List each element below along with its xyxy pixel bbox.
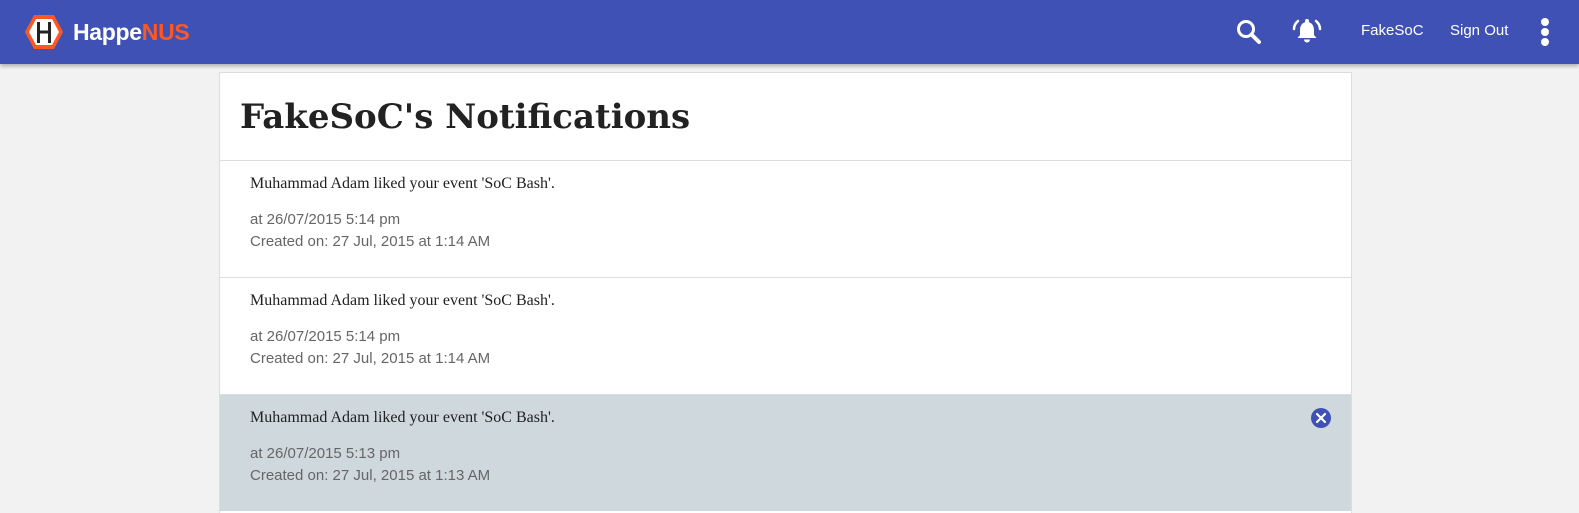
notifications-card: FakeSoC's Notifications Muhammad Adam li…: [219, 72, 1352, 513]
top-navbar: HappeNUS FakeSoC Sign Out: [0, 0, 1579, 64]
notification-time: at 26/07/2015 5:14 pm: [250, 328, 401, 345]
search-icon[interactable]: [1233, 16, 1265, 48]
notification-message: Muhammad Adam liked your event 'SoC Bash…: [250, 409, 555, 426]
notification-created: Created on: 27 Jul, 2015 at 1:14 AM: [250, 233, 491, 250]
notification-item-hovered[interactable]: Muhammad Adam liked your event 'SoC Bash…: [220, 394, 1351, 511]
notification-message: Muhammad Adam liked your event 'SoC Bash…: [250, 175, 555, 192]
dismiss-notification-icon[interactable]: [1310, 407, 1332, 429]
page-title: FakeSoC's Notifications: [240, 97, 691, 137]
logo-icon: [25, 15, 63, 49]
more-vert-icon[interactable]: [1540, 18, 1550, 46]
notification-time: at 26/07/2015 5:14 pm: [250, 211, 401, 228]
user-profile-link[interactable]: FakeSoC: [1361, 22, 1424, 39]
notification-item[interactable]: Muhammad Adam liked your event 'SoC Bash…: [220, 160, 1351, 277]
brand-name-part2: NUS: [141, 18, 190, 45]
notification-message: Muhammad Adam liked your event 'SoC Bash…: [250, 292, 555, 309]
brand-home-link[interactable]: HappeNUS: [24, 14, 190, 50]
brand-name: HappeNUS: [73, 18, 190, 46]
notification-created: Created on: 27 Jul, 2015 at 1:14 AM: [250, 350, 491, 367]
sign-out-link[interactable]: Sign Out: [1450, 22, 1508, 39]
notification-time: at 26/07/2015 5:13 pm: [250, 445, 401, 462]
notification-item[interactable]: Muhammad Adam liked your event 'SoC Bash…: [220, 277, 1351, 394]
notification-created: Created on: 27 Jul, 2015 at 1:13 AM: [250, 467, 491, 484]
brand-name-part1: Happe: [73, 18, 142, 45]
notifications-bell-icon[interactable]: [1291, 16, 1323, 48]
